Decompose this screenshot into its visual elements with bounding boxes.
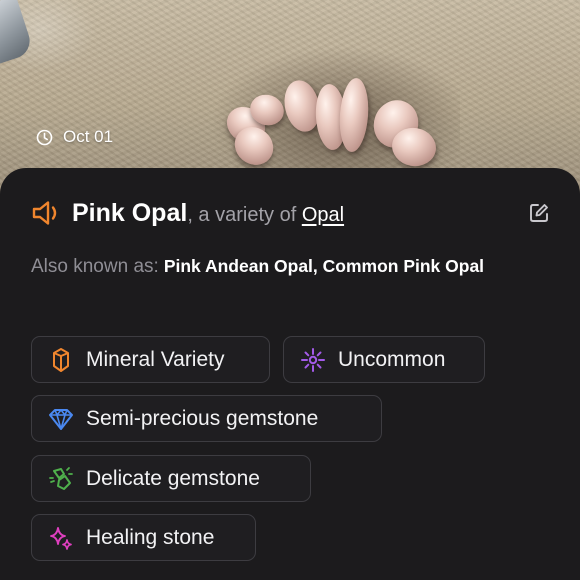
photo-corner-object bbox=[0, 0, 35, 65]
photo-date: Oct 01 bbox=[36, 127, 113, 147]
chip-mineral-variety[interactable]: Mineral Variety bbox=[31, 336, 270, 383]
chip-label: Mineral Variety bbox=[86, 347, 225, 371]
speaker-icon[interactable] bbox=[31, 198, 65, 228]
variety-connector: , a variety of bbox=[187, 203, 302, 226]
clock-icon bbox=[36, 129, 53, 146]
chip-label: Delicate gemstone bbox=[86, 466, 260, 490]
chip-delicate-gemstone[interactable]: Delicate gemstone bbox=[31, 455, 311, 502]
crystal-icon bbox=[48, 347, 74, 373]
chip-label: Semi-precious gemstone bbox=[86, 406, 319, 430]
parent-mineral-link[interactable]: Opal bbox=[302, 204, 344, 227]
specimen-name: Pink Opal bbox=[72, 198, 188, 227]
chip-uncommon[interactable]: Uncommon bbox=[283, 336, 485, 383]
edit-icon[interactable] bbox=[528, 202, 550, 224]
aka-label: Also known as: bbox=[31, 256, 159, 277]
chip-label: Healing stone bbox=[86, 525, 215, 549]
broken-gem-icon bbox=[48, 466, 74, 492]
date-label: Oct 01 bbox=[63, 127, 114, 146]
also-known-as: Also known as: Pink Andean Opal, Common … bbox=[31, 249, 551, 284]
aka-values: Pink Andean Opal, Common Pink Opal bbox=[163, 256, 485, 276]
sparkle-burst-icon bbox=[300, 347, 326, 373]
chip-healing-stone[interactable]: Healing stone bbox=[31, 514, 256, 561]
chip-label: Uncommon bbox=[338, 347, 446, 371]
title-row: Pink Opal , a variety of Opal bbox=[31, 196, 550, 230]
sparkles-icon bbox=[48, 525, 74, 551]
diamond-icon bbox=[48, 406, 74, 432]
chip-semi-precious-gemstone[interactable]: Semi-precious gemstone bbox=[31, 395, 382, 442]
